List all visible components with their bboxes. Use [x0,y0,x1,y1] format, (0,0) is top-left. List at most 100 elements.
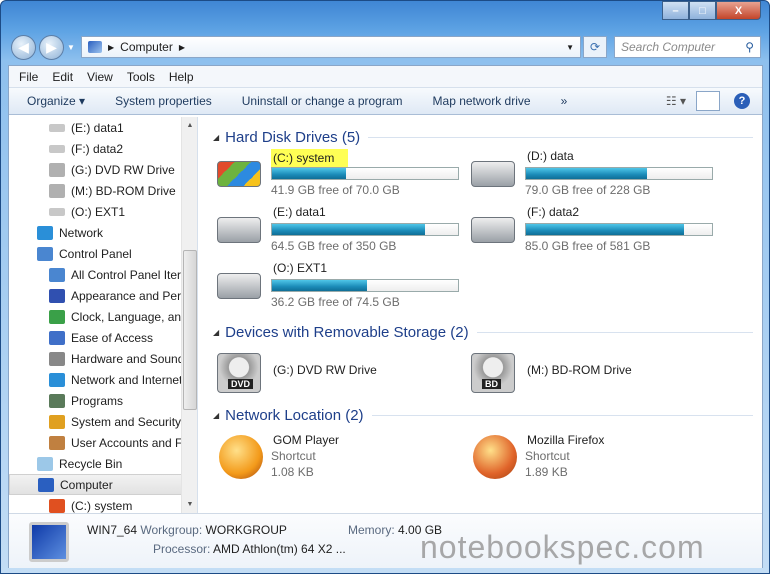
nav-item[interactable]: Clock, Language, and [9,306,197,327]
drive-usage-fill [272,224,425,235]
scroll-up-arrow[interactable]: ▲ [182,122,197,129]
nav-item[interactable]: Appearance and Pers [9,285,197,306]
nav-item[interactable]: (F:) data2 [9,138,197,159]
nav-item[interactable]: All Control Panel Iter [9,264,197,285]
nav-item[interactable]: User Accounts and Fa [9,432,197,453]
nav-item[interactable]: (E:) data1 [9,117,197,138]
drive-usage-fill [272,168,347,179]
back-button[interactable]: ◀ [11,35,36,60]
workgroup-value: WORKGROUP [205,523,287,537]
control-panel-icon [37,246,53,261]
explorer-window: – □ X ◀ ▶ ▼ ▶ Computer ▶ ▼ ⟳ Search Comp… [0,0,770,574]
content-pane: ◢ Hard Disk Drives (5) ◢ Devices with Remo… [201,117,762,513]
close-button[interactable]: X [716,1,761,20]
window-controls: – □ X [662,1,761,20]
hard-drive-icon [217,273,261,299]
network-shortcut-tile[interactable]: GOM Player Shortcut 1.08 KB [217,433,462,483]
forward-button[interactable]: ▶ [39,35,64,60]
menu-tools[interactable]: Tools [127,70,155,84]
breadcrumb-separator[interactable]: ▶ [179,43,185,52]
nav-item-label: (E:) data1 [71,120,124,135]
menu-help[interactable]: Help [169,70,194,84]
map-network-drive-button[interactable]: Map network drive [433,94,531,108]
breadcrumb-computer[interactable]: Computer [120,40,173,54]
drive-usage-bar [271,279,459,292]
nav-item[interactable]: (O:) EXT1 [9,201,197,222]
command-bar: Organize ▾ System properties Uninstall o… [9,88,762,115]
refresh-button[interactable]: ⟳ [583,36,607,58]
drive-usage-bar [271,223,459,236]
address-dropdown[interactable]: ▼ [566,43,574,52]
breadcrumb-separator[interactable]: ▶ [108,43,114,52]
nav-item-label: Control Panel [59,246,132,261]
scrollbar-thumb[interactable] [183,250,197,410]
minimize-button[interactable]: – [662,1,689,20]
view-options-icon[interactable]: ☷ ▾ [666,94,686,108]
removable-drive-tile[interactable]: DVD (G:) DVD RW Drive [217,349,462,395]
group-header-hdd[interactable]: ◢ Hard Disk Drives (5) [213,129,753,146]
drive-usage-bar [525,223,713,236]
nav-item[interactable]: Recycle Bin [9,453,197,474]
organize-button[interactable]: Organize ▾ [27,94,85,108]
nav-item[interactable]: Network [9,222,197,243]
hdd-icon [49,123,65,132]
menu-view[interactable]: View [87,70,113,84]
nav-item-label: Clock, Language, and [71,309,188,324]
system-properties-button[interactable]: System properties [115,94,212,108]
drive-tile[interactable]: (C:) system 41.9 GB free of 70.0 GB [217,149,462,197]
shortcut-name: GOM Player [273,433,340,447]
drive-usage-fill [526,168,647,179]
watermark: notebookspec.com [420,529,705,565]
firefox-icon [473,435,517,479]
network-shortcut-tile[interactable]: Mozilla Firefox Shortcut 1.89 KB [471,433,716,483]
drive-usage-fill [526,224,685,235]
removable-drive-tile[interactable]: BD (M:) BD-ROM Drive [471,349,716,395]
drive-tile[interactable]: (O:) EXT1 36.2 GB free of 74.5 GB [217,261,462,309]
navigation-pane: (E:) data1 (F:) data2 (G:) DVD RW Drive (M:… [9,117,198,513]
drive-tile[interactable]: (E:) data1 64.5 GB free of 350 GB [217,205,462,253]
more-commands-button[interactable]: » [561,94,568,108]
drive-tile[interactable]: (F:) data2 85.0 GB free of 581 GB [471,205,716,253]
dvd-icon [49,183,65,198]
drive-tile[interactable]: (D:) data 79.0 GB free of 228 GB [471,149,716,197]
dvd-icon [49,162,65,177]
group-header-removable[interactable]: ◢ Devices with Removable Storage (2) [213,324,753,341]
network-icon [49,372,65,387]
nav-item-label: Hardware and Sound [71,351,185,366]
nav-item[interactable]: Control Panel [9,243,197,264]
nav-scrollbar[interactable]: ▲ ▼ [181,117,197,513]
address-bar[interactable]: ▶ Computer ▶ ▼ [81,36,581,58]
nav-item-label: (C:) system [71,498,133,513]
nav-item[interactable]: System and Security [9,411,197,432]
group-header-network[interactable]: ◢ Network Location (2) [213,407,753,424]
nav-item-label: Recycle Bin [59,456,123,471]
maximize-button[interactable]: □ [689,1,716,20]
windows-drive-icon [217,161,261,187]
nav-item[interactable]: (M:) BD-ROM Drive [9,180,197,201]
menu-file[interactable]: File [19,70,38,84]
search-input[interactable]: Search Computer ⚲ [614,36,761,58]
recent-pages-dropdown[interactable]: ▼ [67,43,75,52]
nav-item[interactable]: Network and Internet [9,369,197,390]
drive-free-space: 64.5 GB free of 350 GB [271,239,397,253]
computer-icon [88,41,102,53]
nav-item[interactable]: (G:) DVD RW Drive [9,159,197,180]
window-body: File Edit View Tools Help Organize ▾ Sys… [8,65,763,568]
nav-item[interactable]: Ease of Access [9,327,197,348]
nav-item[interactable]: (C:) system [9,495,197,513]
shortcut-type: Shortcut [525,449,570,463]
nav-item-label: User Accounts and Fa [71,435,190,450]
nav-item[interactable]: Computer [9,474,197,495]
clock-icon [49,309,65,324]
menu-edit[interactable]: Edit [52,70,73,84]
nav-item[interactable]: Programs [9,390,197,411]
uninstall-program-button[interactable]: Uninstall or change a program [242,94,403,108]
drive-free-space: 36.2 GB free of 74.5 GB [271,295,400,309]
preview-pane-button[interactable] [696,91,720,111]
scroll-down-arrow[interactable]: ▼ [182,501,197,508]
hdd-icon [49,144,65,153]
nav-item[interactable]: Hardware and Sound [9,348,197,369]
dvd-badge: DVD [228,379,254,389]
hard-drive-icon [471,217,515,243]
help-icon[interactable]: ? [734,93,750,109]
